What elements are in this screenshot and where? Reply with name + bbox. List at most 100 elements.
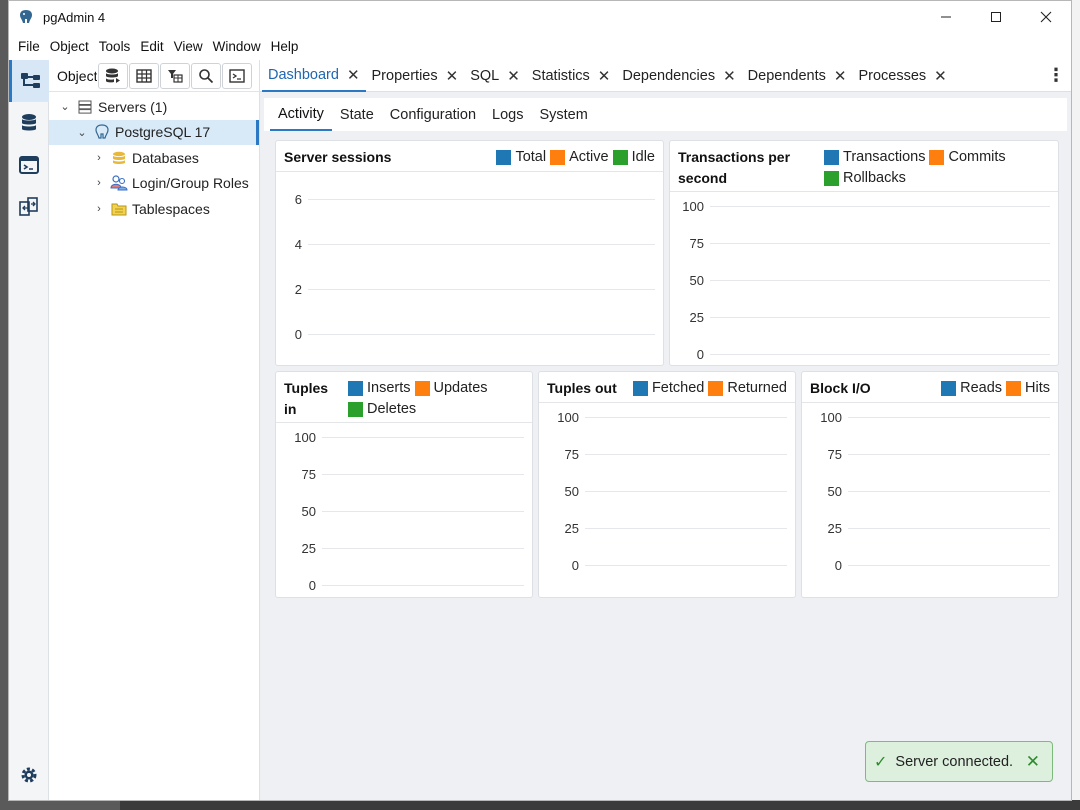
- close-toast-icon[interactable]: ✕: [1026, 752, 1040, 772]
- filter-table-icon: [168, 69, 183, 83]
- database-icon: [22, 114, 36, 131]
- legend-returned[interactable]: Returned: [708, 378, 787, 399]
- view-data-button[interactable]: [129, 62, 159, 89]
- tab-processes[interactable]: Processes ✕: [852, 60, 952, 92]
- maximize-button[interactable]: [971, 1, 1021, 33]
- close-tab-icon[interactable]: ✕: [507, 67, 520, 85]
- legend-active[interactable]: Active: [550, 147, 609, 168]
- gridline: [848, 490, 1050, 492]
- gridline: [322, 547, 524, 549]
- subtab-system[interactable]: System: [531, 98, 595, 131]
- card-title: Server sessions: [284, 149, 392, 165]
- tree-item-postgresql-17[interactable]: ⌄ PostgreSQL 17: [49, 119, 259, 145]
- menu-window[interactable]: Window: [208, 39, 266, 54]
- filtered-rows-button[interactable]: [160, 62, 190, 89]
- tree-item-label: Databases: [132, 149, 199, 166]
- activity-icon-bar: [9, 60, 49, 800]
- legend-total[interactable]: Total: [496, 147, 546, 168]
- close-tab-icon[interactable]: ✕: [347, 66, 360, 84]
- tab-label: Processes: [858, 67, 927, 84]
- dashboard-subtabs: Activity State Configuration Logs System: [264, 98, 1067, 131]
- chevron-right-icon[interactable]: ›: [92, 177, 106, 189]
- chevron-right-icon[interactable]: ›: [92, 152, 106, 164]
- card-title: Tuples in: [284, 380, 329, 417]
- tab-dependencies[interactable]: Dependencies ✕: [616, 60, 741, 92]
- object-tree: ⌄ Servers (1) ⌄ PostgreSQL 17 › Database…: [49, 92, 259, 222]
- menu-edit[interactable]: Edit: [135, 39, 168, 54]
- gridline: [848, 416, 1050, 418]
- close-tab-icon[interactable]: ✕: [934, 67, 947, 85]
- search-objects-button[interactable]: [191, 62, 221, 89]
- legend-transactions[interactable]: Transactions: [824, 147, 925, 168]
- y-tick-label: 100: [294, 429, 316, 445]
- legend-idle[interactable]: Idle: [612, 147, 655, 168]
- psql-tool-button[interactable]: [222, 62, 252, 89]
- tab-label: Statistics: [531, 67, 590, 84]
- legend-swatch: [550, 150, 566, 165]
- legend-updates[interactable]: Updates: [414, 378, 488, 399]
- chevron-right-icon[interactable]: ›: [92, 203, 106, 215]
- close-tab-icon[interactable]: ✕: [834, 67, 847, 85]
- workspace-psql-button[interactable]: [9, 144, 49, 186]
- legend-commits[interactable]: Commits: [929, 147, 1006, 168]
- tab-label: SQL: [470, 67, 500, 84]
- chevron-down-icon[interactable]: ⌄: [58, 100, 72, 113]
- legend-label: Inserts: [367, 380, 411, 396]
- minimize-button[interactable]: [921, 1, 971, 33]
- workspace-schema-diff-button[interactable]: [9, 186, 49, 228]
- close-tab-icon[interactable]: ✕: [446, 67, 459, 85]
- close-tab-icon[interactable]: ✕: [723, 67, 736, 85]
- minimize-icon: [941, 16, 951, 18]
- legend-reads[interactable]: Reads: [941, 378, 1002, 399]
- gridline: [585, 564, 787, 566]
- terminal-icon: [19, 156, 39, 174]
- tree-item-login-group-roles[interactable]: › Login/Group Roles: [49, 171, 259, 197]
- workspace-database-button[interactable]: [9, 102, 49, 144]
- query-tool-button[interactable]: [98, 62, 128, 89]
- chart-legend: Transactions Commits Rollbacks: [820, 147, 1050, 187]
- menu-tools[interactable]: Tools: [94, 39, 136, 54]
- menu-view[interactable]: View: [169, 39, 208, 54]
- settings-button[interactable]: [9, 754, 49, 796]
- object-explorer-toggle[interactable]: [9, 60, 49, 102]
- content-area: Dashboard ✕ Properties ✕ SQL ✕ Statistics ✕ …: [260, 60, 1071, 800]
- postgresql-elephant-icon: [93, 124, 111, 140]
- gridline: [585, 490, 787, 492]
- subtab-activity[interactable]: Activity: [270, 98, 332, 131]
- menu-help[interactable]: Help: [266, 39, 304, 54]
- legend-hits[interactable]: Hits: [1006, 378, 1050, 399]
- gridline: [710, 353, 1050, 355]
- chart-legend: Reads Hits: [937, 378, 1050, 398]
- object-explorer-tab[interactable]: Object Explorer: [49, 68, 97, 84]
- tree-item-servers[interactable]: ⌄ Servers (1): [49, 94, 259, 120]
- tab-statistics[interactable]: Statistics ✕: [526, 60, 617, 92]
- legend-label: Active: [569, 149, 609, 165]
- legend-swatch: [824, 150, 839, 165]
- block-io-card: Block I/O Reads Hits 100 75 50 25 0: [801, 371, 1059, 598]
- legend-deletes[interactable]: Deletes: [348, 399, 416, 420]
- tab-dashboard[interactable]: Dashboard ✕: [262, 60, 366, 92]
- menu-object[interactable]: Object: [45, 39, 94, 54]
- pgadmin-elephant-icon: [20, 10, 32, 23]
- subtab-configuration[interactable]: Configuration: [382, 98, 484, 131]
- chevron-down-icon[interactable]: ⌄: [75, 126, 89, 139]
- chart-legend: Total Active Idle: [492, 147, 655, 167]
- card-title: Transactions per second: [678, 149, 791, 186]
- legend-inserts[interactable]: Inserts: [348, 378, 411, 399]
- close-window-button[interactable]: [1021, 1, 1071, 33]
- more-options-icon[interactable]: ⋮: [1041, 65, 1071, 86]
- schema-diff-icon: [19, 197, 38, 216]
- tree-item-tablespaces[interactable]: › Tablespaces: [49, 196, 259, 222]
- legend-fetched[interactable]: Fetched: [632, 378, 704, 399]
- tab-dependents[interactable]: Dependents ✕: [742, 60, 853, 92]
- tree-item-label: Login/Group Roles: [132, 175, 249, 192]
- tab-sql[interactable]: SQL ✕: [464, 60, 526, 92]
- tab-properties[interactable]: Properties ✕: [366, 60, 465, 92]
- legend-rollbacks[interactable]: Rollbacks: [824, 168, 906, 189]
- subtab-logs[interactable]: Logs: [484, 98, 531, 131]
- menu-file[interactable]: File: [13, 39, 45, 54]
- close-tab-icon[interactable]: ✕: [598, 67, 611, 85]
- tree-item-databases[interactable]: › Databases: [49, 145, 259, 171]
- subtab-state[interactable]: State: [332, 98, 382, 131]
- object-explorer-tree-icon: [20, 73, 40, 88]
